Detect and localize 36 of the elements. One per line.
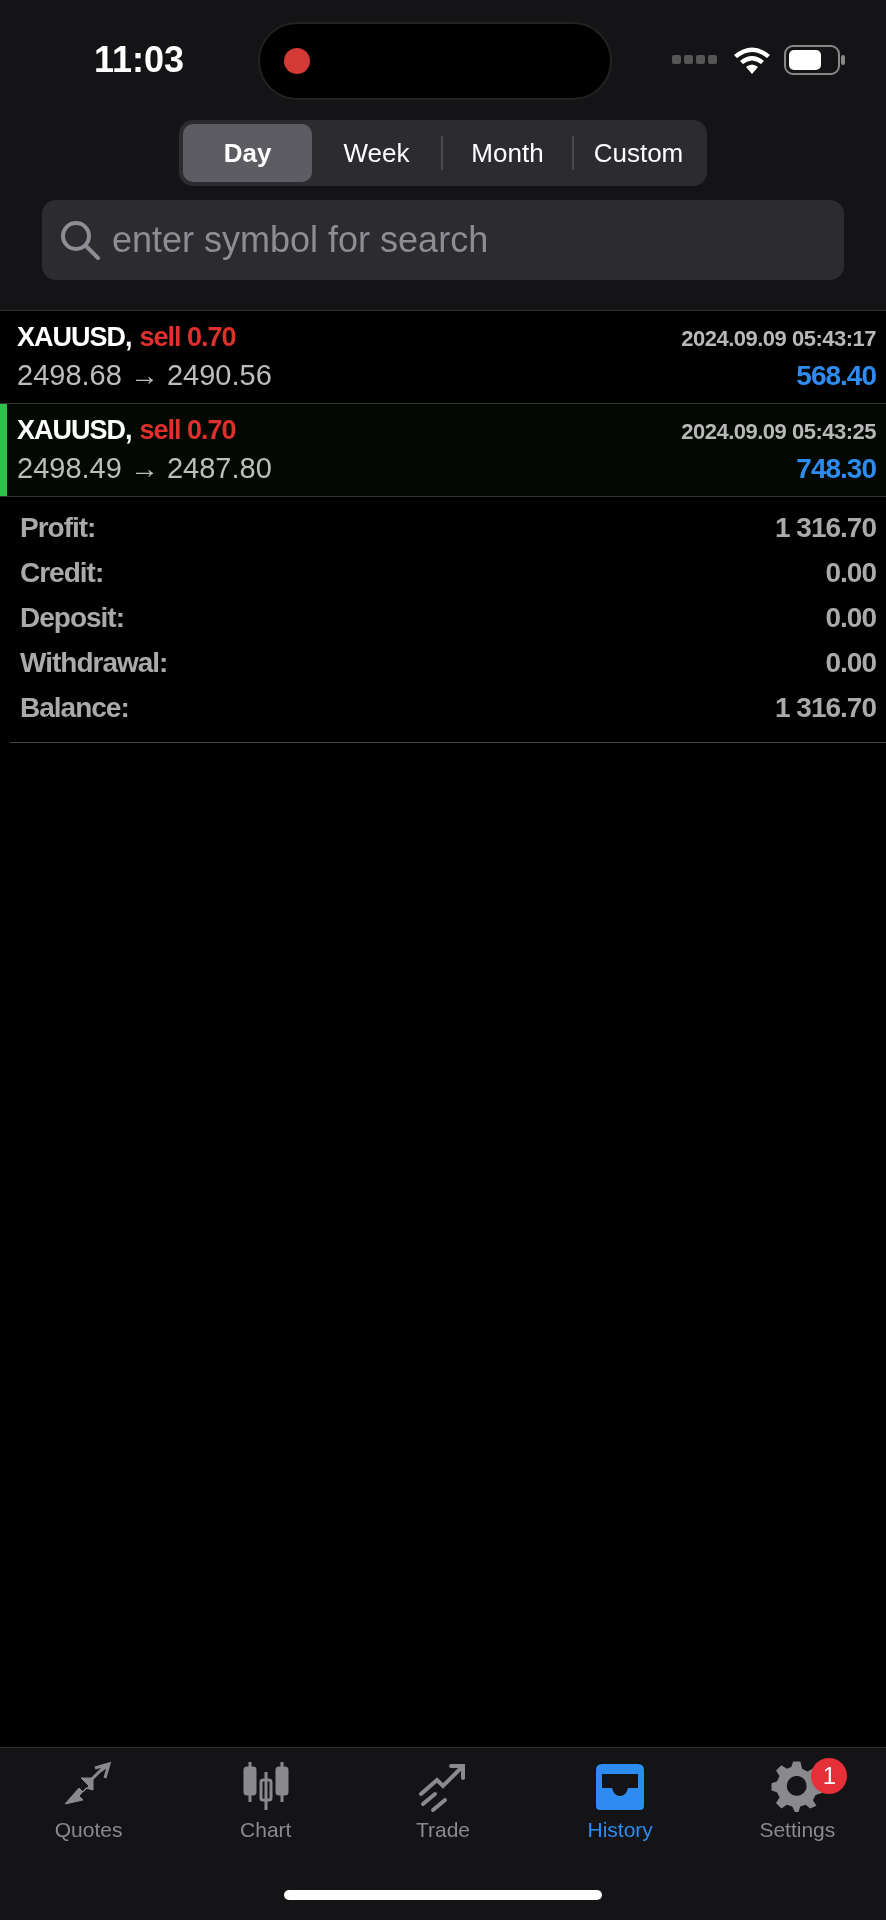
summary-label: Profit: (20, 511, 96, 544)
summary-label: Withdrawal: (20, 646, 168, 679)
tab-bar-item[interactable]: Chart (195, 1758, 336, 1842)
deal-profit: 568.40 (796, 360, 876, 392)
search-icon (58, 218, 102, 262)
period-tab[interactable]: Month (443, 124, 572, 182)
deal-time: 2024.09.09 05:43:17 (681, 326, 876, 352)
deal-side: sell 0.70 (139, 415, 236, 445)
summary-value: 0.00 (825, 556, 876, 589)
notification-badge: 1 (811, 1758, 848, 1794)
tab-bar-item[interactable]: Settings 1 (727, 1758, 868, 1842)
summary-label: Credit: (20, 556, 104, 589)
deal-profit: 748.30 (796, 453, 876, 485)
summary-label: Deposit: (20, 601, 124, 634)
clock-time: 11:03 (94, 39, 185, 81)
summary-value: 0.00 (825, 646, 876, 679)
period-tab[interactable]: Day (183, 124, 312, 182)
tab-bar-item[interactable]: Trade (372, 1758, 513, 1842)
battery-icon (784, 45, 846, 75)
summary-value: 0.00 (825, 601, 876, 634)
deal-symbol: XAUUSD, (17, 415, 132, 445)
deal-prices: 2498.49 → 2487.80 (17, 452, 272, 485)
signal-icon (672, 55, 720, 65)
period-tab[interactable]: Week (312, 124, 441, 182)
summary-label: Balance: (20, 691, 129, 724)
deal-side: sell 0.70 (139, 322, 236, 352)
tab-bar-item[interactable]: Quotes (18, 1758, 159, 1842)
summary-value: 1 316.70 (775, 511, 876, 544)
summary-value: 1 316.70 (775, 691, 876, 724)
period-tab[interactable]: Custom (574, 124, 703, 182)
tab-bar-item[interactable]: History (550, 1758, 691, 1842)
wifi-icon (734, 46, 770, 74)
deal-time: 2024.09.09 05:43:25 (681, 419, 876, 445)
deal-prices: 2498.68 → 2490.56 (17, 359, 272, 392)
search-field[interactable]: enter symbol for search (42, 200, 844, 280)
deal-symbol: XAUUSD, (17, 322, 132, 352)
